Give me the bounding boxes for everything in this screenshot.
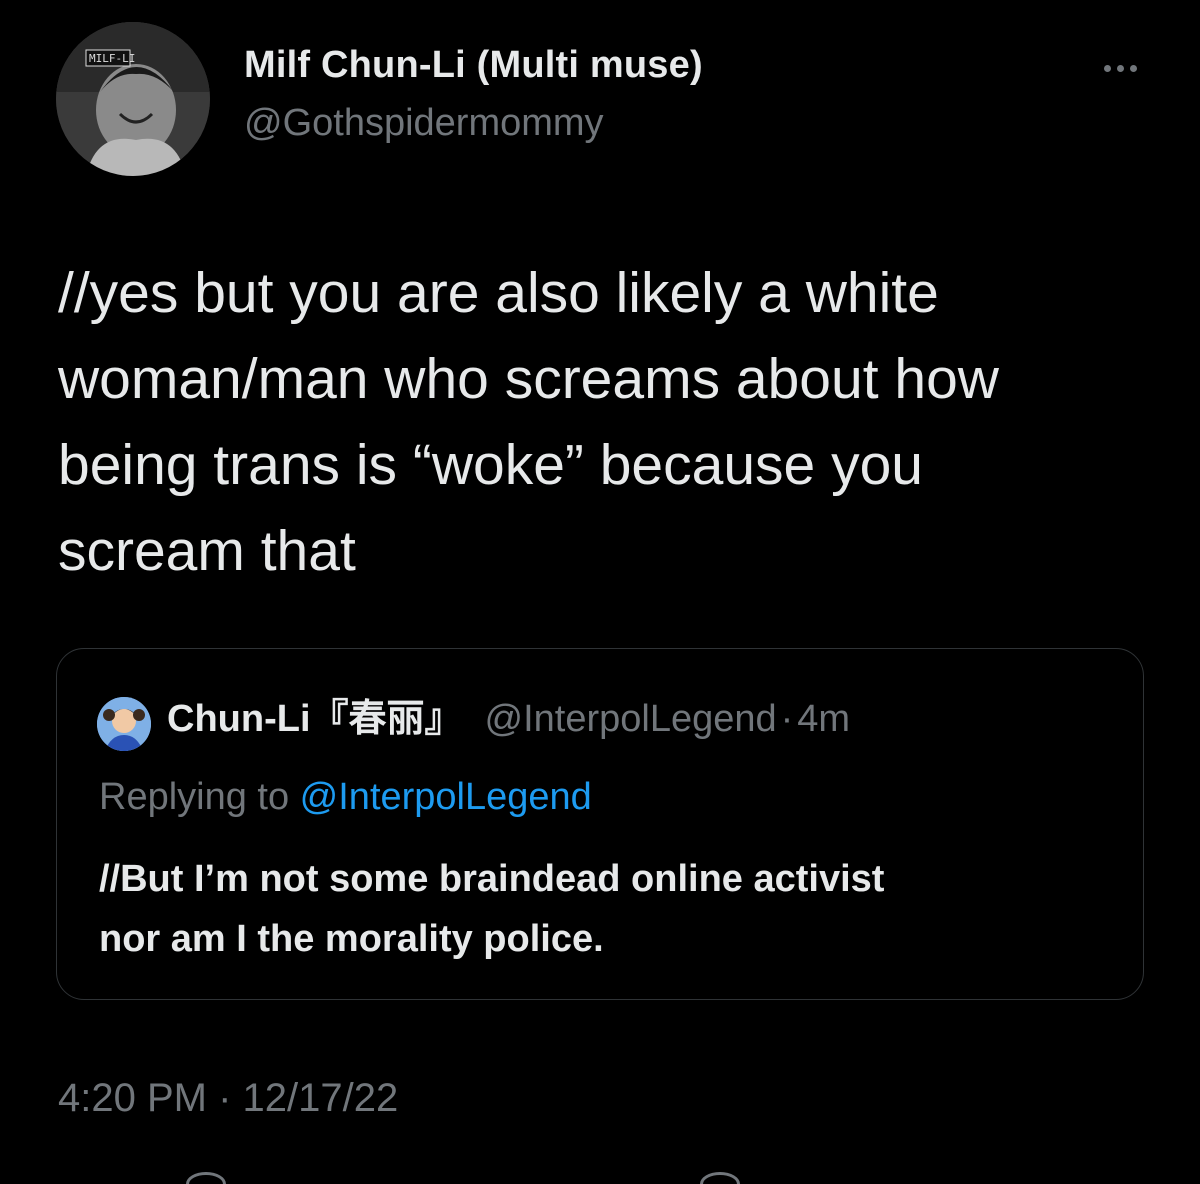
quoted-handle[interactable]: @InterpolLegend — [485, 698, 777, 740]
author-avatar[interactable]: MILF-LI — [56, 22, 210, 176]
separator-dot: · — [780, 698, 794, 740]
quoted-avatar-image — [97, 697, 151, 751]
author-display-name[interactable]: Milf Chun-Li (Multi muse) — [244, 44, 703, 87]
replying-to-link[interactable]: @InterpolLegend — [300, 776, 592, 818]
dot — [1129, 64, 1137, 72]
quoted-author-avatar[interactable] — [97, 697, 151, 751]
tweet-text: //yes but you are also likely a white wo… — [58, 261, 999, 583]
quoted-tweet-text: //But I’m not some braindead online acti… — [99, 858, 885, 960]
replying-to: Replying to @InterpolLegend — [99, 773, 592, 821]
dot — [1103, 64, 1111, 72]
reply-icon[interactable] — [186, 1172, 226, 1184]
like-icon[interactable] — [700, 1172, 740, 1184]
quoted-time[interactable]: 4m — [797, 698, 850, 740]
dot — [1116, 64, 1124, 72]
avatar-image: MILF-LI — [56, 22, 210, 176]
replying-to-prefix: Replying to — [99, 776, 300, 818]
more-options-icon[interactable] — [1092, 56, 1148, 80]
quoted-tweet-card[interactable]: Chun-Li『春丽』 @InterpolLegend · 4m Replying t… — [56, 648, 1144, 1000]
tweet-timestamp[interactable]: 4:20 PM · 12/17/22 — [58, 1076, 398, 1121]
author-handle[interactable]: @Gothspidermommy — [244, 102, 604, 145]
quoted-display-name[interactable]: Chun-Li『春丽』 — [167, 698, 463, 740]
quoted-header: Chun-Li『春丽』 @InterpolLegend · 4m — [167, 695, 850, 743]
svg-text:MILF-LI: MILF-LI — [89, 52, 135, 65]
